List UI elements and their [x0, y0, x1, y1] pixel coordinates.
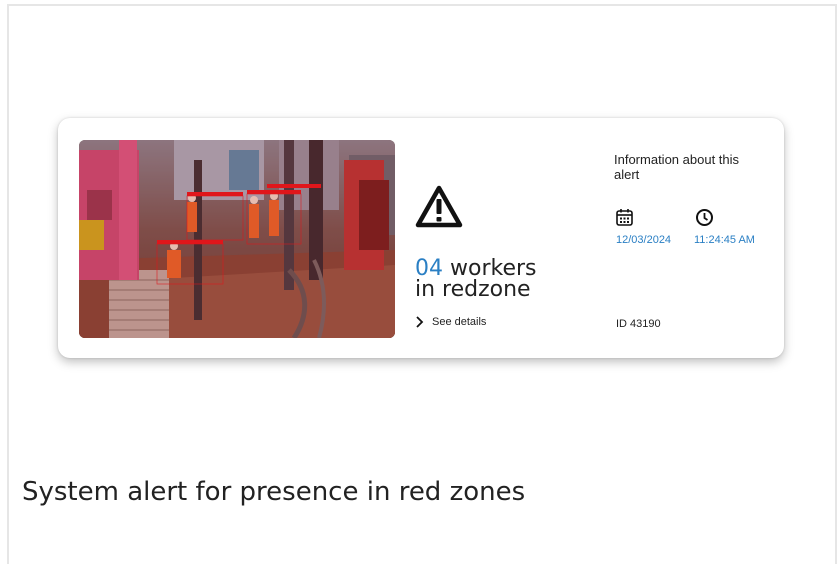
clock-icon [696, 209, 713, 226]
alert-card[interactable]: 04 workers in redzone See details Inform… [58, 118, 784, 358]
alert-date: 12/03/2024 [616, 234, 672, 246]
see-details-link[interactable]: See details [415, 316, 486, 328]
worker-count-label-line2: in redzone [415, 277, 531, 302]
alert-id: ID 43190 [616, 318, 661, 330]
page-caption: System alert for presence in red zones [22, 477, 526, 507]
info-title: Information about this alert [614, 152, 740, 182]
alert-time: 11:24:45 AM [694, 234, 755, 246]
calendar-icon [616, 209, 633, 226]
camera-snapshot-image [79, 140, 395, 338]
see-details-label: See details [432, 316, 487, 328]
workers-in-redzone-count: 04 workers in redzone [415, 258, 615, 302]
warning-triangle-icon [415, 185, 463, 228]
chevron-right-icon [416, 316, 424, 328]
camera-snapshot[interactable] [79, 140, 395, 338]
